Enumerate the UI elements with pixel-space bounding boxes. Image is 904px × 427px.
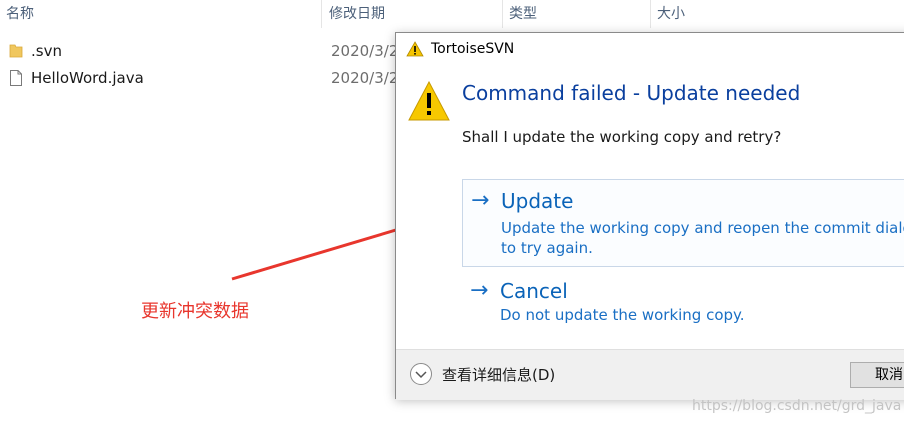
tortoisesvn-dialog: TortoiseSVN Command failed - Update need… bbox=[395, 32, 904, 400]
title-bar[interactable]: TortoiseSVN bbox=[396, 33, 904, 65]
annotation-text: 更新冲突数据 bbox=[141, 301, 249, 322]
arrow-right-icon: → bbox=[470, 278, 489, 303]
cancel-button[interactable]: 取消 bbox=[850, 362, 904, 388]
update-command-link[interactable]: → Update Update the working copy and reo… bbox=[462, 179, 904, 267]
dialog-title: TortoiseSVN bbox=[431, 41, 515, 57]
details-toggle-label[interactable]: 查看详细信息(D) bbox=[442, 350, 555, 400]
command-title: Cancel bbox=[500, 279, 568, 303]
warning-icon bbox=[408, 81, 450, 121]
warning-icon bbox=[406, 41, 424, 57]
command-description: Do not update the working copy. bbox=[500, 306, 745, 324]
command-description: Update the working copy and reopen the c… bbox=[501, 219, 904, 257]
watermark: https://blog.csdn.net/grd_java bbox=[692, 398, 902, 414]
arrow-right-icon: → bbox=[471, 188, 490, 213]
main-instruction: Command failed - Update needed bbox=[462, 81, 801, 105]
command-title: Update bbox=[501, 189, 574, 213]
cancel-command-link[interactable]: → Cancel Do not update the working copy. bbox=[462, 277, 904, 337]
chevron-down-icon[interactable] bbox=[409, 362, 433, 386]
dialog-footer: 查看详细信息(D) 取消 bbox=[396, 349, 904, 400]
content-text: Shall I update the working copy and retr… bbox=[462, 128, 782, 146]
